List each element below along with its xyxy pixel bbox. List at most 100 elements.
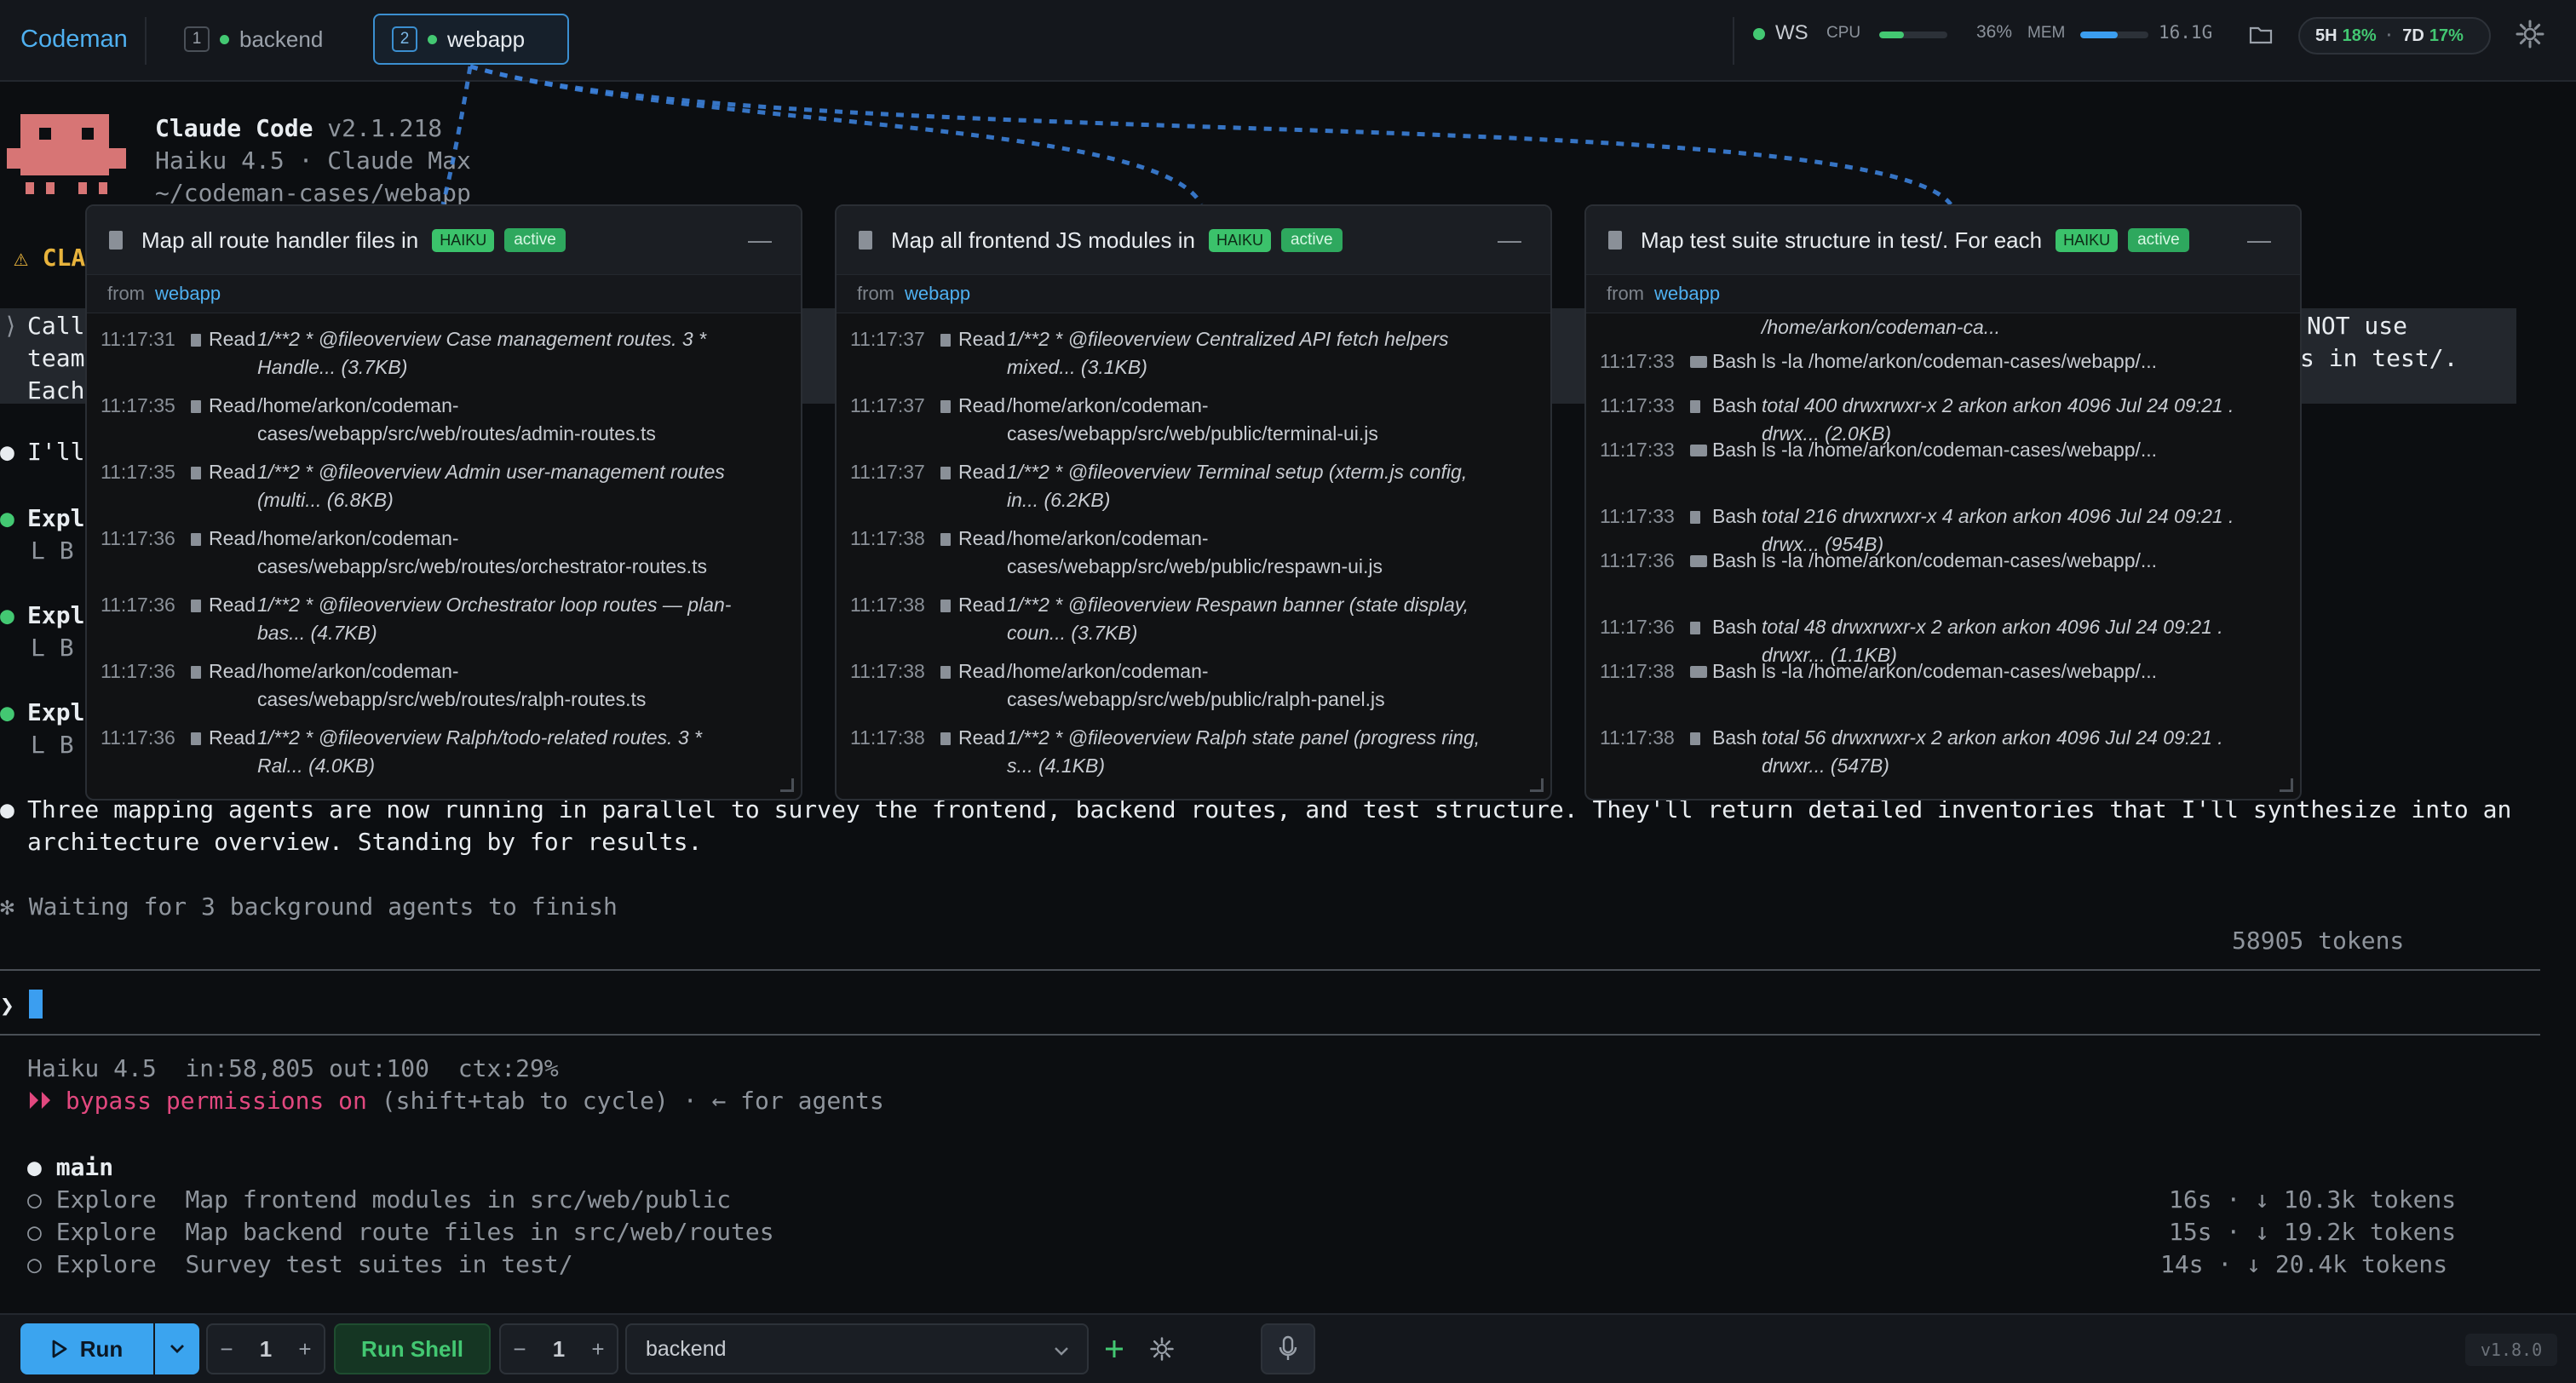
file-icon [1690,622,1700,634]
activity-detail-line: 1/**2 * @fileoverview Orchestrator loop … [257,594,732,616]
brand-logo[interactable]: Codeman [20,26,128,54]
input-top-border [0,969,2540,971]
run-count-stepper[interactable]: − 1 + [206,1323,325,1374]
activity-detail-line: coun... (3.7KB) [1007,622,1138,644]
activity-tool: Read [958,394,1005,416]
model-badge: HAIKU [2056,228,2119,252]
activity-detail-line: bas... (4.7KB) [257,622,377,644]
status-dot [220,34,229,44]
cpu-meter-fill [1879,32,1904,38]
activity-detail: /home/arkon/codeman-cases/webapp/src/web… [1007,392,1535,448]
status-dot [428,34,437,44]
decrement-button[interactable]: − [208,1336,245,1363]
activity-detail: 1/**2 * @fileoverview Ralph/todo-related… [257,724,785,780]
activity-tool: Bash [1712,660,1757,682]
file-icon [1690,732,1700,745]
activity-detail-line: ls -la /home/arkon/codeman-cases/webapp/… [1762,660,2158,682]
state-badge: active [1280,228,1343,252]
file-icon [1690,511,1700,524]
resize-handle[interactable] [1530,778,1544,792]
top-bar: Codeman 1 backend 2 webapp WS CPU 36% ME… [0,0,2576,82]
tab-webapp[interactable]: 2 webapp [373,14,569,65]
activity-time: 11:17:38 [850,726,925,749]
file-icon [191,467,201,479]
activity-detail-line: 1/**2 * @fileoverview Admin user-managem… [257,461,725,483]
minimize-button[interactable]: — [1498,227,1521,254]
tab-backend[interactable]: 1 backend [175,14,354,65]
panel-activity-list[interactable]: 11:17:37 Read 1/**2 * @fileoverview Centra… [837,313,1550,799]
activity-time: 11:17:31 [101,328,175,350]
agent-row[interactable]: ○ Explore Map frontend modules in src/we… [27,1184,731,1216]
increment-button[interactable]: + [579,1336,617,1363]
minimize-button[interactable]: — [2247,227,2271,254]
explore-title: Expl [27,698,85,726]
run-count-value: 1 [259,1335,273,1362]
agent-panel-tests[interactable]: Map test suite structure in test/. For e… [1584,204,2302,801]
gear-icon [1150,1337,1174,1361]
run-shell-button[interactable]: Run Shell [334,1323,491,1374]
usage-5h-value: 18% [2342,26,2377,45]
shell-count-stepper[interactable]: − 1 + [499,1323,618,1374]
activity-detail: ls -la /home/arkon/codeman-cases/webapp/… [1762,657,2290,686]
folder-icon[interactable] [2249,26,2273,44]
activity-detail-line: total 48 drwxrwxr-x 2 arkon arkon 4096 J… [1762,616,2223,638]
gear-icon[interactable] [2515,19,2545,49]
activity-detail-line: cases/webapp/src/web/public/respawn-ui.j… [1007,555,1383,577]
panel-activity-list[interactable]: /home/arkon/codeman-ca... 11:17:33 Bash ls… [1586,313,2300,799]
document-icon [859,231,872,250]
activity-time: 11:17:36 [101,527,175,549]
model-badge: HAIKU [1208,228,1271,252]
panel-header[interactable]: Map test suite structure in test/. For e… [1586,206,2300,274]
case-select[interactable]: backend [625,1323,1089,1374]
activity-tool: Bash [1712,439,1757,461]
activity-detail-line: cases/webapp/src/web/routes/admin-routes… [257,422,656,445]
usage-pill[interactable]: 5H 18% · 7D 17% [2298,17,2491,55]
decrement-button[interactable]: − [501,1336,538,1363]
activity-tool: Read [209,594,256,616]
activity-detail-line: cases/webapp/src/web/routes/orchestrator… [257,555,707,577]
bypass-flag: ⏵⏵ bypass permissions on [27,1087,367,1115]
microphone-button[interactable] [1261,1323,1315,1374]
run-button[interactable]: Run [20,1323,153,1374]
bypass-hint: (shift+tab to cycle) · ← for agents [366,1087,884,1115]
activity-detail-line: ls -la /home/arkon/codeman-cases/webapp/… [1762,549,2158,571]
panel-activity-list[interactable]: 11:17:31 Read 1/**2 * @fileoverview Case m… [87,313,801,799]
activity-detail-line: /home/arkon/codeman- [257,527,459,549]
agent-row[interactable]: ○ Explore Survey test suites in test/ [27,1248,573,1281]
activity-detail-line: (multi... (6.8KB) [257,489,394,511]
add-case-button[interactable] [1090,1323,1138,1374]
agent-panel-routes[interactable]: Map all route handler files in HAIKU act… [85,204,802,801]
prompt-input-cursor[interactable] [29,990,43,1019]
increment-button[interactable]: + [286,1336,324,1363]
run-options-dropdown[interactable] [155,1323,199,1374]
activity-time: 11:17:38 [1600,660,1675,682]
bottom-toolbar: Run − 1 + Run Shell − 1 + backend v1.8.0 [0,1313,2576,1383]
microphone-icon [1279,1335,1297,1360]
activity-detail-line: in... (6.2KB) [1007,489,1111,511]
activity-tool: Read [209,660,256,682]
file-icon [191,666,201,679]
minimize-button[interactable]: — [748,227,772,254]
agent-panel-frontend[interactable]: Map all frontend JS modules in HAIKU act… [835,204,1552,801]
panel-source: from webapp [87,274,801,313]
resize-handle[interactable] [780,778,794,792]
file-icon [940,666,951,679]
panel-header[interactable]: Map all frontend JS modules in HAIKU act… [837,206,1550,274]
explore-title: Expl [27,504,85,532]
panel-header[interactable]: Map all route handler files in HAIKU act… [87,206,801,274]
activity-detail-line: s... (4.1KB) [1007,755,1106,777]
activity-detail-line: Handle... (3.7KB) [257,356,408,378]
activity-tool: Bash [1712,616,1757,638]
panel-title: Map all route handler files in [141,227,419,253]
resize-handle[interactable] [2280,778,2293,792]
activity-detail: 1/**2 * @fileoverview Centralized API fe… [1007,325,1535,382]
tab-label: webapp [447,26,526,52]
activity-tool: Read [209,461,256,483]
activity-time: 11:17:33 [1600,350,1675,372]
activity-detail-line: /home/arkon/codeman- [257,394,459,416]
agent-row[interactable]: ○ Explore Map backend route files in src… [27,1216,774,1248]
activity-tool: Bash [1712,350,1757,372]
agent-main-row[interactable]: ● main [27,1151,113,1184]
activity-detail: 1/**2 * @fileoverview Orchestrator loop … [257,591,785,647]
case-settings-button[interactable] [1138,1323,1186,1374]
